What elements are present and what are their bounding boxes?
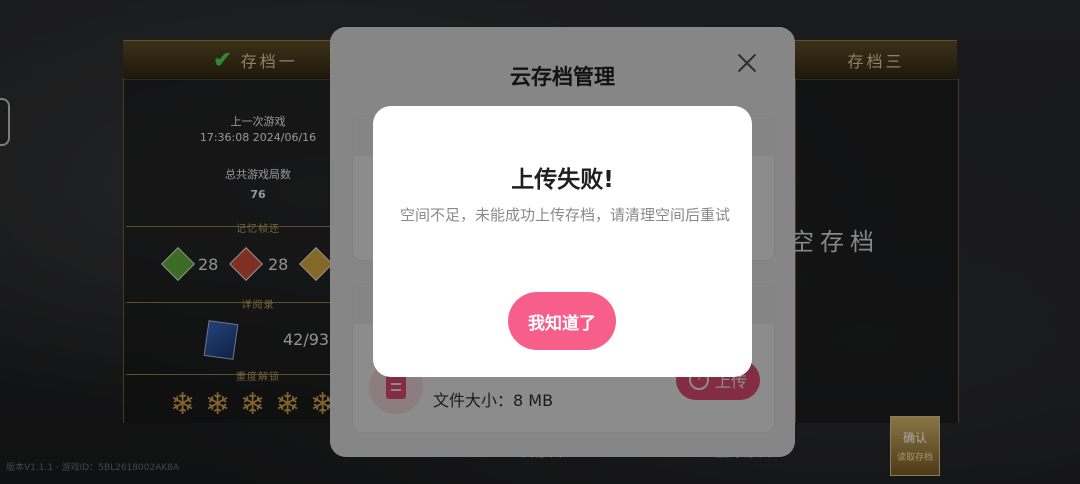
upload-failed-dialog: 上传失败! 空间不足，未能成功上传存档，请清理空间后重试 我知道了 — [373, 106, 752, 377]
dialog-message: 空间不足，未能成功上传存档，请清理空间后重试 — [400, 206, 731, 224]
acknowledge-button[interactable]: 我知道了 — [508, 292, 616, 350]
dialog-title: 上传失败! — [511, 167, 614, 193]
